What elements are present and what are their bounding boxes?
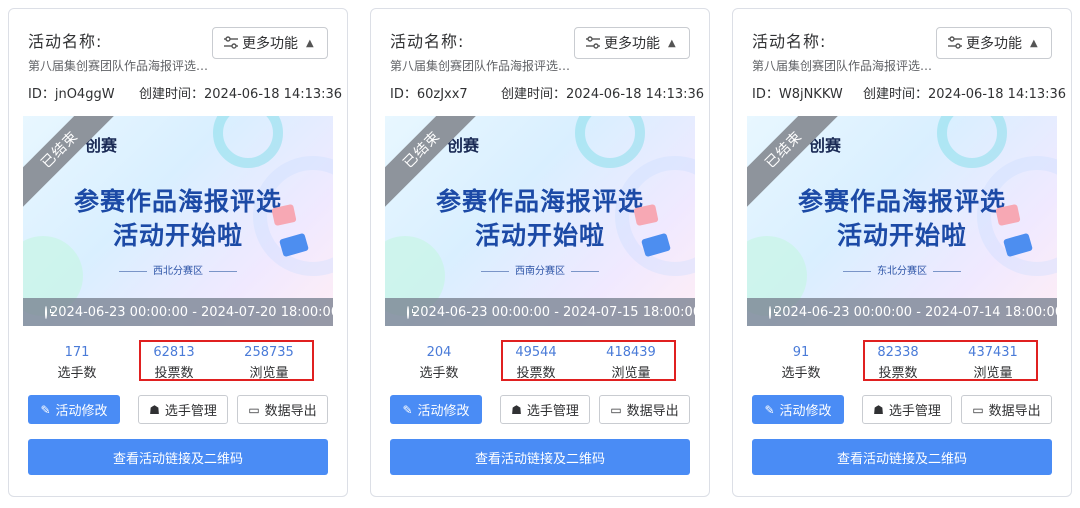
activity-id: ID：60zJxx7 [390, 87, 468, 102]
activity-time-range: 2024-06-23 00:00:00 - 2024-07-15 18:00:0… [385, 298, 695, 326]
poster-decor-ring [575, 116, 645, 168]
user-icon: ☗ [511, 402, 522, 417]
highlight-box [863, 340, 1038, 381]
caret-up-icon: ▲ [306, 37, 314, 49]
more-functions-button[interactable]: 更多功能 ▲ [936, 27, 1052, 59]
activity-subname: 第八届集创赛团队作品海报评选… [28, 59, 209, 73]
poster-decor-ring [213, 116, 283, 168]
activity-name-label: 活动名称: [390, 32, 465, 51]
sliders-icon [224, 36, 238, 49]
highlight-box [139, 340, 314, 381]
sliders-icon [586, 36, 600, 49]
time-range-text: 2024-06-23 00:00:00 - 2024-07-15 18:00:0… [412, 304, 695, 320]
created-time: 创建时间：2024-06-18 14:13:36 [863, 87, 1067, 102]
activity-subname: 第八届集创赛团队作品海报评选… [752, 59, 933, 73]
players-count: 171 [64, 345, 90, 360]
activity-poster[interactable]: 创赛 参赛作品海报评选 活动开始啦 西南分赛区 已结束 2024-06-23 0… [385, 116, 695, 326]
poster-region: 东北分赛区 [747, 262, 1057, 277]
players-label: 选手数 [419, 366, 459, 381]
activity-poster[interactable]: 创赛 参赛作品海报评选 活动开始啦 西北分赛区 已结束 2024-06-23 0… [23, 116, 333, 326]
activity-card: 活动名称: 更多功能 ▲ 第八届集创赛团队作品海报评选… ID：W8jNKKW … [732, 8, 1072, 497]
activity-card: 活动名称: 更多功能 ▲ 第八届集创赛团队作品海报评选… ID：60zJxx7 … [370, 8, 710, 497]
activity-id: ID：W8jNKKW [752, 87, 843, 102]
export-data-button[interactable]: ▭ 数据导出 [237, 395, 328, 424]
activity-id: ID：jnO4ggW [28, 87, 115, 102]
user-icon: ☗ [873, 402, 884, 417]
created-time: 创建时间：2024-06-18 14:13:36 [501, 87, 705, 102]
players-label: 选手数 [781, 366, 821, 381]
poster-decor-ring [937, 116, 1007, 168]
players-count: 204 [426, 345, 452, 360]
clock-icon [45, 305, 54, 319]
poster-region: 西南分赛区 [385, 262, 695, 277]
players-count: 91 [792, 345, 810, 360]
edit-icon: ✎ [40, 402, 51, 417]
monitor-icon: ▭ [972, 402, 984, 417]
monitor-icon: ▭ [610, 402, 622, 417]
sliders-icon [948, 36, 962, 49]
view-link-qrcode-button[interactable]: 查看活动链接及二维码 [752, 439, 1052, 475]
manage-players-button[interactable]: ☗ 选手管理 [500, 395, 590, 424]
players-stat: 204 选手数 [414, 345, 464, 381]
time-range-text: 2024-06-23 00:00:00 - 2024-07-20 18:00:0… [50, 304, 333, 320]
more-functions-button[interactable]: 更多功能 ▲ [212, 27, 328, 59]
activity-subname: 第八届集创赛团队作品海报评选… [390, 59, 571, 73]
manage-players-button[interactable]: ☗ 选手管理 [138, 395, 228, 424]
clock-icon [407, 305, 416, 319]
edit-icon: ✎ [764, 402, 775, 417]
created-time: 创建时间：2024-06-18 14:13:36 [139, 87, 343, 102]
players-stat: 91 选手数 [776, 345, 826, 381]
edit-activity-button[interactable]: ✎ 活动修改 [390, 395, 482, 424]
monitor-icon: ▭ [248, 402, 260, 417]
activity-poster[interactable]: 创赛 参赛作品海报评选 活动开始啦 东北分赛区 已结束 2024-06-23 0… [747, 116, 1057, 326]
export-data-button[interactable]: ▭ 数据导出 [961, 395, 1052, 424]
caret-up-icon: ▲ [1030, 37, 1038, 49]
highlight-box [501, 340, 676, 381]
export-data-button[interactable]: ▭ 数据导出 [599, 395, 690, 424]
view-link-qrcode-button[interactable]: 查看活动链接及二维码 [28, 439, 328, 475]
edit-activity-button[interactable]: ✎ 活动修改 [28, 395, 120, 424]
players-label: 选手数 [57, 366, 97, 381]
activity-name-label: 活动名称: [28, 32, 103, 51]
activity-card: 活动名称: 更多功能 ▲ 第八届集创赛团队作品海报评选… ID：jnO4ggW … [8, 8, 348, 497]
poster-region: 西北分赛区 [23, 262, 333, 277]
user-icon: ☗ [149, 402, 160, 417]
more-functions-button[interactable]: 更多功能 ▲ [574, 27, 690, 59]
activity-board: 活动名称: 更多功能 ▲ 第八届集创赛团队作品海报评选… ID：jnO4ggW … [0, 0, 1080, 508]
edit-activity-button[interactable]: ✎ 活动修改 [752, 395, 844, 424]
time-range-text: 2024-06-23 00:00:00 - 2024-07-14 18:00:0… [774, 304, 1057, 320]
view-link-qrcode-button[interactable]: 查看活动链接及二维码 [390, 439, 690, 475]
caret-up-icon: ▲ [668, 37, 676, 49]
more-functions-label: 更多功能 [604, 36, 660, 52]
activity-time-range: 2024-06-23 00:00:00 - 2024-07-14 18:00:0… [747, 298, 1057, 326]
more-functions-label: 更多功能 [966, 36, 1022, 52]
players-stat: 171 选手数 [52, 345, 102, 381]
edit-icon: ✎ [402, 402, 413, 417]
manage-players-button[interactable]: ☗ 选手管理 [862, 395, 952, 424]
activity-time-range: 2024-06-23 00:00:00 - 2024-07-20 18:00:0… [23, 298, 333, 326]
more-functions-label: 更多功能 [242, 36, 298, 52]
clock-icon [769, 305, 778, 319]
activity-name-label: 活动名称: [752, 32, 827, 51]
